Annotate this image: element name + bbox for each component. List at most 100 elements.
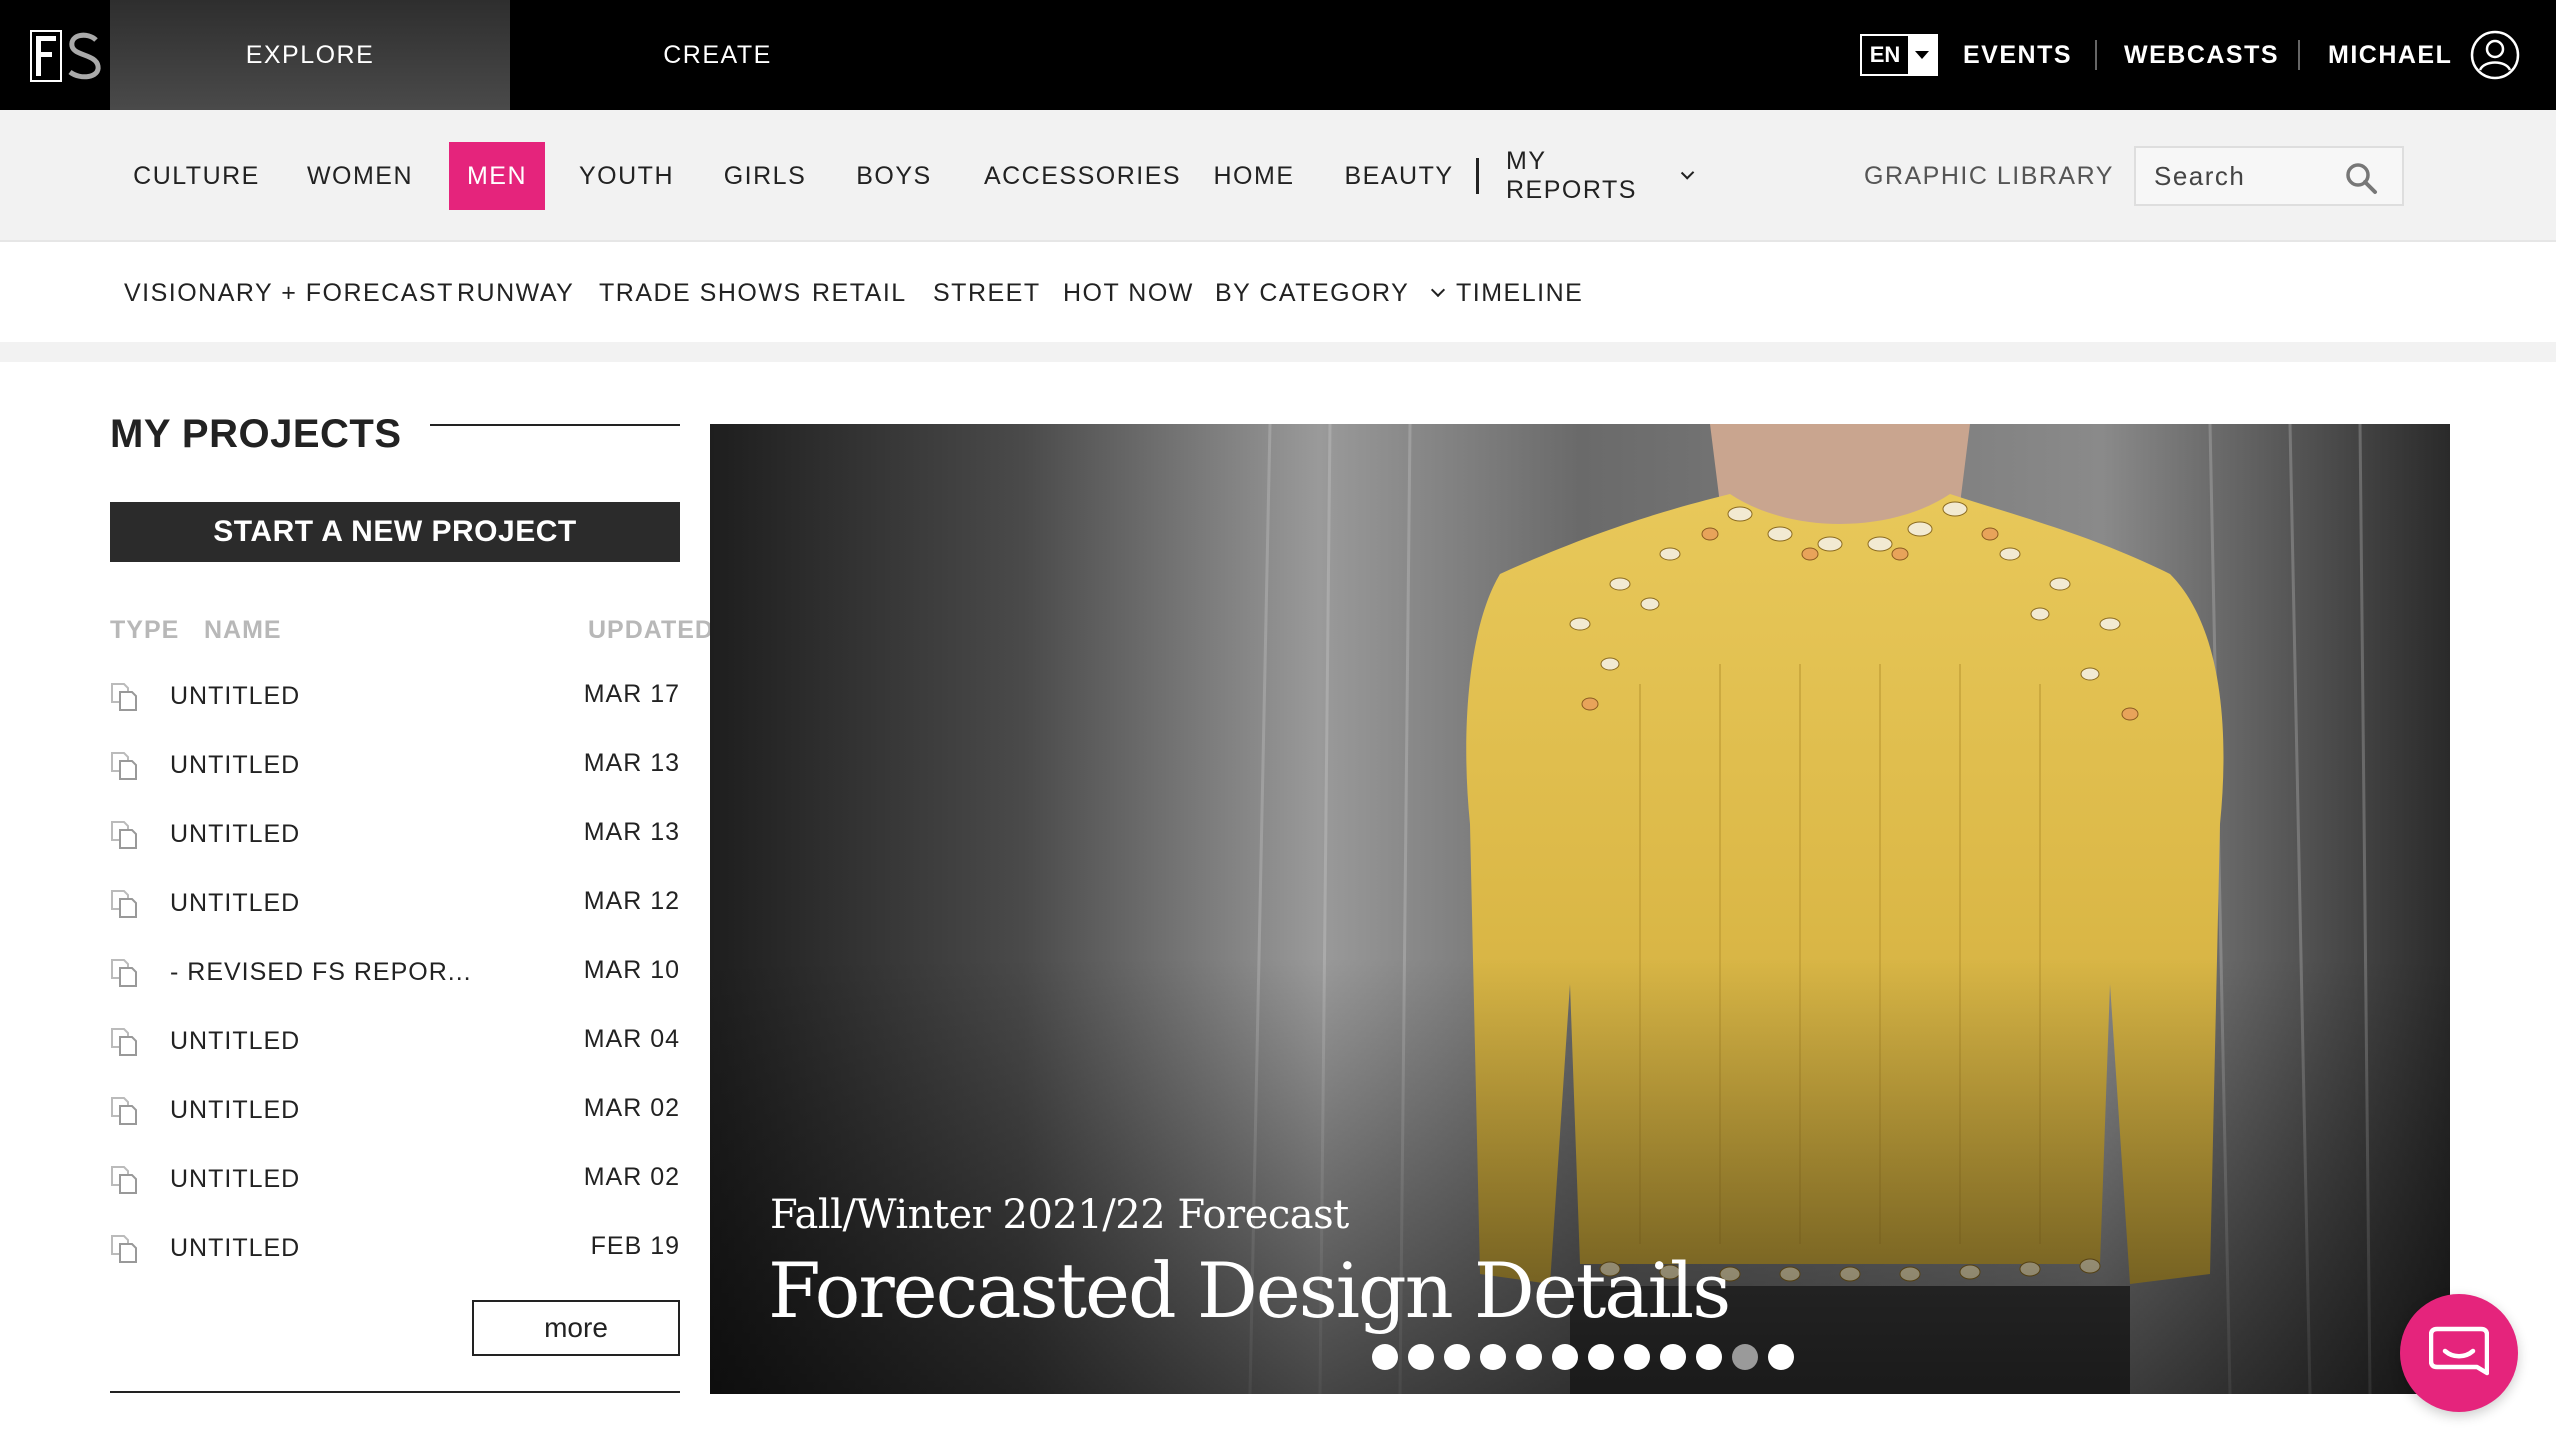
category-accessories[interactable]: ACCESSORIES	[980, 142, 1185, 210]
hero-title: Forecasted Design Details	[768, 1246, 1731, 1335]
start-new-project-button[interactable]: START A NEW PROJECT	[110, 502, 680, 562]
document-copy-icon	[111, 1028, 137, 1056]
subnav-hot-now[interactable]: HOT NOW	[1063, 244, 1194, 342]
category-culture[interactable]: CULTURE	[130, 142, 263, 210]
hero-subtitle: Fall/Winter 2021/22 Forecast	[770, 1192, 1349, 1238]
carousel-dot[interactable]	[1696, 1344, 1722, 1370]
project-updated-date: MAR 17	[583, 680, 680, 708]
category-youth[interactable]: YOUTH	[574, 142, 679, 210]
document-copy-icon	[111, 1235, 137, 1263]
project-updated-date: MAR 13	[583, 749, 680, 777]
document-copy-icon	[111, 959, 137, 987]
carousel-dot[interactable]	[1444, 1344, 1470, 1370]
fs-logo[interactable]	[30, 30, 106, 82]
carousel-dot[interactable]	[1588, 1344, 1614, 1370]
category-boys[interactable]: BOYS	[850, 142, 938, 210]
column-header-type[interactable]: TYPE	[110, 616, 179, 645]
project-name: UNTITLED	[170, 751, 301, 779]
category-home[interactable]: HOME	[1210, 142, 1298, 210]
project-row[interactable]: - REVISED FS REPOR... MAR 10	[110, 948, 680, 998]
chat-icon	[2429, 1326, 2489, 1376]
subnav-trade-shows[interactable]: TRADE SHOWS	[599, 244, 802, 342]
carousel-dot[interactable]	[1768, 1344, 1794, 1370]
divider	[2095, 40, 2097, 70]
carousel-pagination	[1372, 1344, 1794, 1370]
subnav-street[interactable]: STREET	[933, 244, 1041, 342]
carousel-dot[interactable]	[1372, 1344, 1398, 1370]
events-link[interactable]: EVENTS	[1963, 0, 2072, 110]
carousel-dot[interactable]	[1660, 1344, 1686, 1370]
project-name: UNTITLED	[170, 1096, 301, 1124]
sub-navigation: VISIONARY + FORECAST RUNWAY TRADE SHOWS …	[0, 244, 2556, 342]
subnav-runway[interactable]: RUNWAY	[457, 244, 574, 342]
language-selector[interactable]: EN	[1860, 34, 1938, 76]
graphic-library-link[interactable]: GRAPHIC LIBRARY	[1864, 142, 2114, 210]
my-reports-label: MY REPORTS	[1506, 147, 1637, 204]
category-women[interactable]: WOMEN	[300, 142, 420, 210]
project-updated-date: MAR 13	[583, 818, 680, 846]
language-value: EN	[1869, 42, 1901, 67]
webcasts-link[interactable]: WEBCASTS	[2124, 0, 2279, 110]
project-name: UNTITLED	[170, 1234, 301, 1262]
user-menu-link[interactable]: MICHAEL	[2328, 0, 2452, 110]
my-reports-dropdown[interactable]: MY REPORTS	[1506, 142, 1695, 210]
project-row[interactable]: UNTITLED MAR 13	[110, 741, 680, 791]
chat-button[interactable]	[2400, 1294, 2518, 1412]
carousel-dot[interactable]	[1624, 1344, 1650, 1370]
category-girls[interactable]: GIRLS	[714, 142, 816, 210]
project-name: - REVISED FS REPOR...	[170, 958, 472, 986]
user-avatar-icon[interactable]	[2470, 30, 2520, 80]
carousel-dot[interactable]	[1408, 1344, 1434, 1370]
hero-carousel[interactable]: Fall/Winter 2021/22 Forecast Forecasted …	[710, 424, 2450, 1394]
project-name: UNTITLED	[170, 1027, 301, 1055]
project-row[interactable]: UNTITLED MAR 02	[110, 1155, 680, 1205]
top-navigation-bar: EXPLORE CREATE EN EVENTS WEBCASTS MICHAE…	[0, 0, 2556, 124]
document-copy-icon	[111, 683, 137, 711]
search-input[interactable]	[2154, 160, 2354, 192]
document-copy-icon	[111, 1097, 137, 1125]
search-icon[interactable]	[2344, 161, 2378, 195]
projects-title: MY PROJECTS	[110, 412, 402, 456]
subnav-by-category[interactable]: BY CATEGORY	[1215, 244, 1446, 342]
carousel-dot[interactable]	[1732, 1344, 1758, 1370]
tab-create[interactable]: CREATE	[600, 0, 835, 110]
subnav-visionary-forecast[interactable]: VISIONARY + FORECAST	[124, 244, 454, 342]
more-button[interactable]: more	[472, 1300, 680, 1356]
subnav-retail[interactable]: RETAIL	[812, 244, 907, 342]
project-updated-date: MAR 04	[583, 1025, 680, 1053]
project-updated-date: MAR 10	[583, 956, 680, 984]
project-name: UNTITLED	[170, 820, 301, 848]
carousel-dot[interactable]	[1516, 1344, 1542, 1370]
by-category-label: BY CATEGORY	[1215, 278, 1410, 307]
project-name: UNTITLED	[170, 682, 301, 710]
project-updated-date: MAR 12	[583, 887, 680, 915]
tab-explore[interactable]: EXPLORE	[110, 0, 510, 124]
project-row[interactable]: UNTITLED MAR 02	[110, 1086, 680, 1136]
category-beauty[interactable]: BEAUTY	[1344, 142, 1452, 210]
project-name: UNTITLED	[170, 1165, 301, 1193]
chevron-down-icon	[1680, 166, 1695, 180]
document-copy-icon	[111, 821, 137, 849]
project-updated-date: MAR 02	[583, 1094, 680, 1122]
chevron-down-icon[interactable]	[1908, 36, 1936, 74]
category-men[interactable]: MEN	[449, 142, 545, 210]
document-copy-icon	[111, 1166, 137, 1194]
column-header-updated[interactable]: UPDATED	[588, 616, 714, 645]
project-row[interactable]: UNTITLED MAR 13	[110, 810, 680, 860]
project-row[interactable]: UNTITLED MAR 12	[110, 879, 680, 929]
divider	[1476, 158, 1479, 194]
chevron-down-icon	[1431, 282, 1446, 298]
project-row[interactable]: UNTITLED MAR 17	[110, 672, 680, 722]
project-row[interactable]: UNTITLED MAR 04	[110, 1017, 680, 1067]
section-divider	[0, 342, 2556, 362]
search-box	[2134, 146, 2404, 206]
document-copy-icon	[111, 890, 137, 918]
column-header-name[interactable]: NAME	[204, 616, 282, 645]
project-row[interactable]: UNTITLED FEB 19	[110, 1224, 680, 1274]
carousel-dot[interactable]	[1480, 1344, 1506, 1370]
divider	[110, 1391, 680, 1393]
project-updated-date: FEB 19	[590, 1232, 680, 1260]
carousel-dot[interactable]	[1552, 1344, 1578, 1370]
subnav-timeline[interactable]: TIMELINE	[1456, 244, 1583, 342]
category-bar: CULTURE WOMEN MEN YOUTH GIRLS BOYS ACCES…	[0, 110, 2556, 242]
